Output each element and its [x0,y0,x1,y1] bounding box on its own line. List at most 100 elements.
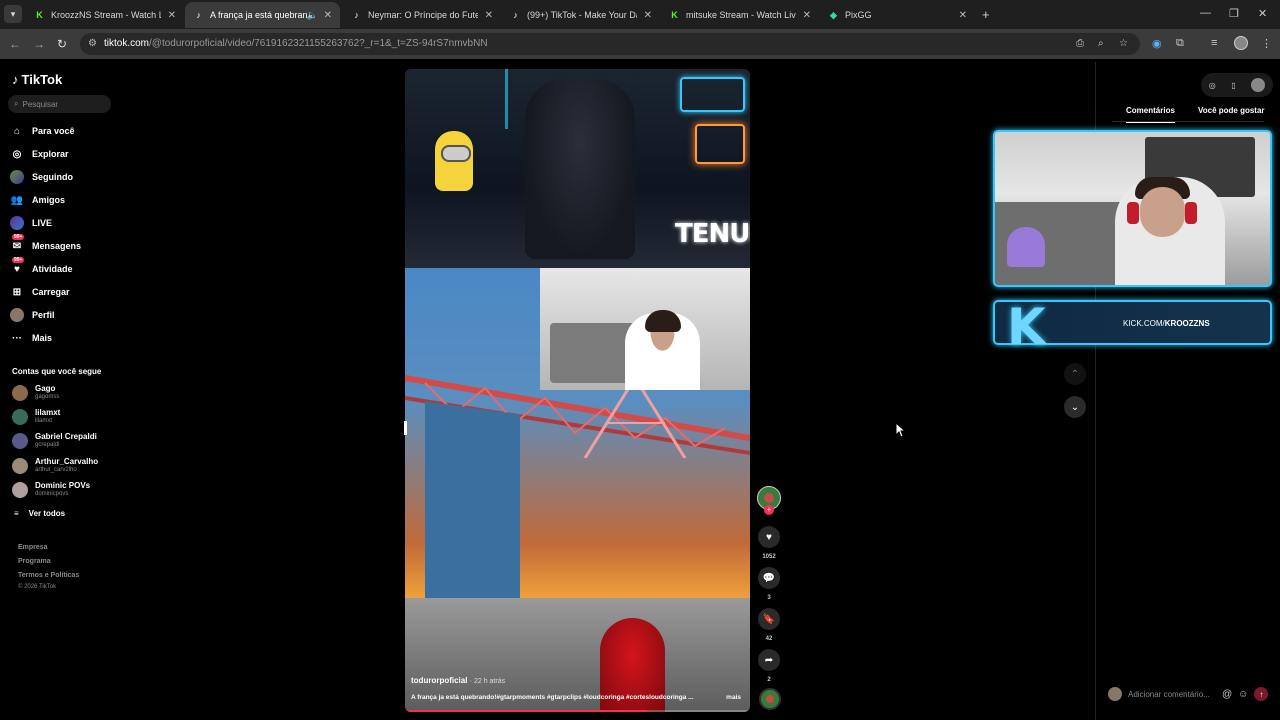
right-toolbar: ◎ ▯ [1201,73,1273,97]
compass-icon[interactable]: ◎ [1209,81,1216,90]
video-author[interactable]: todurorpoficial · 22 h atrás [411,676,505,685]
see-all-following[interactable]: ≡ Ver todos [14,509,65,518]
minimize-button[interactable]: — [1200,7,1211,19]
close-tab-icon[interactable]: ✕ [324,10,332,21]
forward-button[interactable]: → [33,37,45,51]
install-app-icon[interactable]: ⎙ [1076,38,1084,49]
video-scrub-handle[interactable] [404,421,407,435]
following-item[interactable]: Gago gagomss [12,384,59,401]
nav-seguindo[interactable]: Seguindo [10,169,73,185]
following-item[interactable]: Arthur_Carvalho arthur_carv2lho [12,457,98,474]
live-icon [10,216,24,230]
tab-neymar[interactable]: ♪ Neymar: O Príncipe do Futebol ✕ [343,2,501,28]
next-video-button[interactable]: ⌄ [1064,396,1086,418]
site-info-icon[interactable]: ⚙ [88,38,97,49]
more-icon: ··· [12,332,22,344]
nav-atividade[interactable]: ♥ 99+ Atividade [10,257,73,277]
nav-mensagens[interactable]: ✉ 99+ Mensagens [10,234,81,254]
comment-count: 3 [767,595,771,601]
close-tab-icon[interactable]: ✕ [644,10,652,21]
caption-more-link[interactable]: mais [726,694,741,701]
video-player[interactable]: TENUR$ todurorpoficial · 22 h atrás A fr… [405,69,750,712]
reload-button[interactable]: ↻ [57,37,67,51]
like-button[interactable]: ♥ [758,526,780,548]
stream-webcam-overlay [993,130,1272,287]
close-tab-icon[interactable]: ✕ [485,10,493,21]
nav-mais[interactable]: ··· Mais [10,330,52,346]
new-tab-button[interactable]: + [982,7,990,22]
emoji-icon[interactable]: ☺ [1238,689,1248,700]
media-control-icon[interactable]: ≡ [1211,37,1217,49]
save-button[interactable]: 🔖 [758,608,780,630]
share-button[interactable]: ➦ [758,649,780,671]
footer-termos[interactable]: Termos e Políticas [18,572,79,579]
avatar [12,432,28,449]
avatar[interactable] [1251,78,1266,92]
address-bar[interactable]: ⚙ tiktok.com/@todurorpoficial/video/7619… [80,33,1140,55]
following-icon [10,170,24,184]
close-tab-icon[interactable]: ✕ [803,10,811,21]
previous-video-button[interactable]: ⌃ [1064,363,1086,385]
share-count: 2 [767,677,771,683]
kick-icon: K [671,10,678,20]
tiktok-icon: ♪ [513,10,518,20]
close-window-button[interactable]: ✕ [1258,7,1267,20]
following-item[interactable]: Gabriel Crepaldi gcrepaldi [12,432,97,449]
extensions-puzzle-icon[interactable]: ⧉ [1176,37,1184,50]
music-disc[interactable] [759,688,781,710]
back-button[interactable]: ← [9,37,21,51]
close-tab-icon[interactable]: ✕ [168,10,176,21]
footer-empresa[interactable]: Empresa [18,544,48,551]
bookmark-icon: 🔖 [762,613,776,625]
compass-icon: ◎ [12,148,22,160]
tab-tiktok-video[interactable]: ♪ A frança ja está quebrando 🔈 ✕ [185,2,340,28]
menu-icon[interactable]: ⋮ [1261,37,1272,50]
send-button[interactable]: ↑ [1254,687,1269,701]
avatar [12,481,28,498]
tiktok-logo[interactable]: ♪ TikTok [12,72,62,87]
tab-search-button[interactable]: ▾ [4,5,22,23]
following-section-title: Contas que você segue [12,367,102,376]
close-tab-icon[interactable]: ✕ [959,10,967,21]
comment-input[interactable]: Adicionar comentário... [1128,690,1216,699]
home-icon: ⌂ [13,125,21,137]
following-item[interactable]: lilamxt lilamxt [12,408,60,425]
nav-explorar[interactable]: ◎ Explorar [10,146,69,162]
tab-voce-pode-gostar[interactable]: Você pode gostar [1198,106,1265,115]
restore-button[interactable]: ❐ [1229,7,1239,20]
search-input[interactable]: ⌕ Pesquisar [8,95,111,113]
tiktok-icon: ♪ [196,10,201,20]
avatar [12,384,28,401]
extension-icon[interactable]: ◉ [1152,37,1162,50]
video-progress-bar[interactable] [405,710,750,712]
tab-kroozzns[interactable]: K KroozzNS Stream - Watch Live o ✕ [26,2,184,28]
avatar [1108,687,1122,701]
chevron-up-icon: ⌃ [1070,368,1080,380]
nav-perfil[interactable]: Perfil [10,307,55,323]
tiktok-note-icon: ♪ [12,72,19,87]
footer-programa[interactable]: Programa [18,558,51,565]
list-icon: ≡ [14,509,19,518]
tab-tiktok-home[interactable]: ♪ (99+) TikTok - Make Your Day ✕ [502,2,660,28]
comment-button[interactable]: 💬 [758,567,780,589]
nav-para-voce[interactable]: ⌂ Para você [10,123,75,139]
phone-icon[interactable]: ▯ [1231,81,1235,90]
mention-icon[interactable]: @ [1222,689,1232,700]
video-caption: A frança ja está quebrando!#gtarpmoments… [411,694,741,701]
following-item[interactable]: Dominic POVs dominicpovs [12,481,90,498]
browser-tab-bar: ▾ K KroozzNS Stream - Watch Live o ✕ ♪ A… [0,0,1280,29]
profile-avatar[interactable] [1234,36,1248,50]
follow-button[interactable]: + [764,505,774,515]
nav-carregar[interactable]: ⊞ Carregar [10,284,70,300]
comment-icon: 💬 [762,572,776,584]
bookmark-star-icon[interactable]: ☆ [1119,38,1128,49]
tab-pixgg[interactable]: ◈ PixGG ✕ [820,2,975,28]
zoom-icon[interactable]: ⌕ [1098,38,1104,49]
speaker-icon[interactable]: 🔈 [307,10,318,21]
divider [1112,121,1264,122]
nav-amigos[interactable]: 👥 Amigos [10,192,65,208]
activity-badge: 99+ [12,257,25,263]
nav-live[interactable]: LIVE [10,215,52,231]
tab-mitsuke[interactable]: K mitsuke Stream - Watch Live on ✕ [661,2,819,28]
activity-icon: ♥ [14,263,20,275]
